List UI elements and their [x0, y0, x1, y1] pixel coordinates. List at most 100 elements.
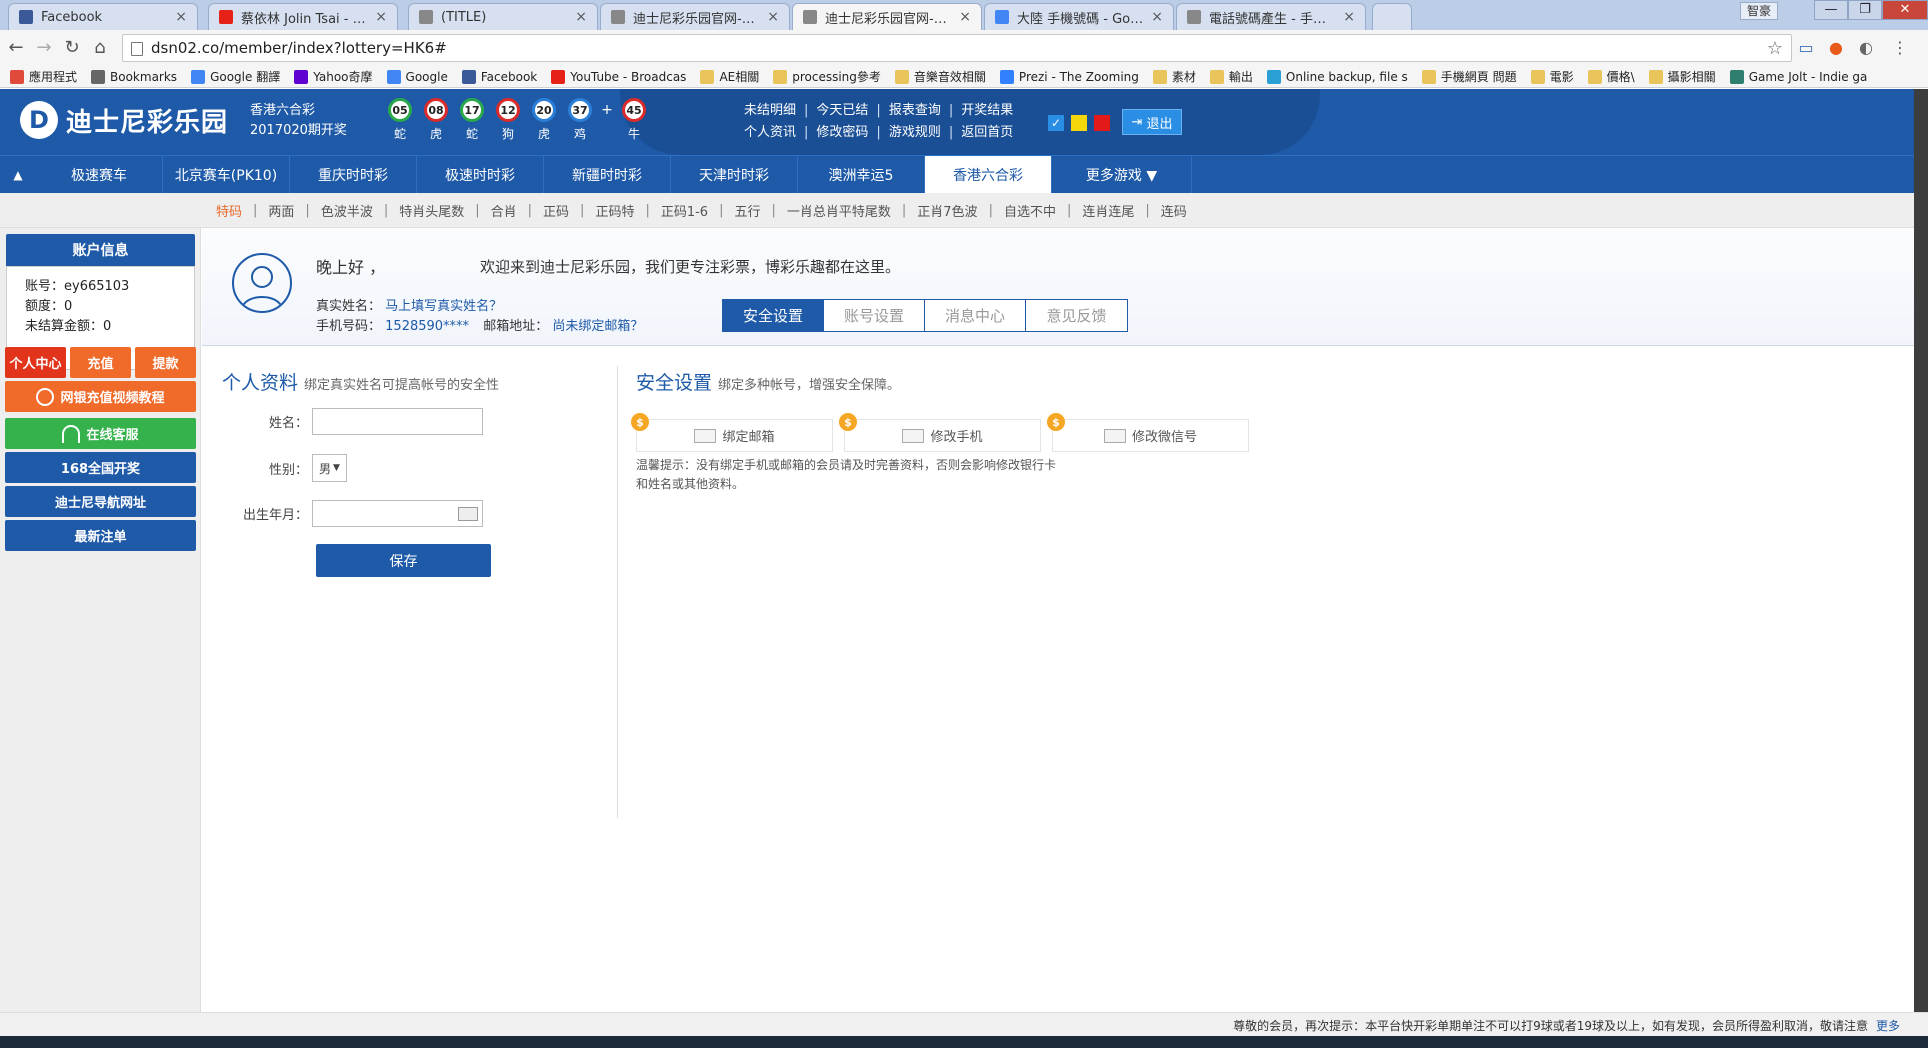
theme-swatch[interactable]: [1071, 115, 1087, 131]
notice-more-link[interactable]: 更多: [1876, 1017, 1900, 1034]
bet-type-item[interactable]: 连码: [1161, 201, 1187, 220]
bet-type-item[interactable]: 正码特: [595, 201, 634, 220]
bookmark-item[interactable]: Online backup, file s: [1266, 69, 1408, 84]
bookmark-item[interactable]: 價格\: [1587, 68, 1635, 85]
bookmark-item[interactable]: 電影: [1530, 68, 1574, 85]
back-arrow-icon[interactable]: ←: [6, 38, 26, 58]
header-link[interactable]: 报表查询: [889, 103, 941, 118]
game-tab[interactable]: 极速时时彩: [417, 156, 544, 194]
bookmark-item[interactable]: YouTube - Broadcas: [551, 69, 686, 84]
bet-type-item[interactable]: 自选不中: [1004, 201, 1056, 220]
browser-tab[interactable]: 電話號碼產生 - 手機號碼 ×: [1176, 3, 1366, 30]
header-link[interactable]: 开奖结果: [961, 103, 1013, 118]
reload-icon[interactable]: ↻: [62, 38, 82, 58]
settings-tab[interactable]: 账号设置: [824, 300, 925, 331]
calendar-icon[interactable]: [458, 507, 478, 521]
header-link[interactable]: 返回首页: [961, 125, 1013, 140]
close-icon[interactable]: ×: [175, 9, 187, 25]
bookmark-item[interactable]: 手機網頁 問題: [1421, 68, 1517, 85]
browser-tab[interactable]: 蔡依林 Jolin Tsai - PL ×: [208, 3, 398, 30]
bookmark-item[interactable]: Google: [386, 69, 448, 84]
latest-bets-button[interactable]: 最新注单: [5, 520, 196, 551]
browser-user-chip[interactable]: 智豪: [1739, 2, 1778, 20]
bookmark-item[interactable]: Game Jolt - Indie ga: [1729, 69, 1867, 84]
game-tab[interactable]: 天津时时彩: [671, 156, 798, 194]
security-card[interactable]: $ 绑定邮箱: [631, 413, 833, 452]
settings-tab[interactable]: 消息中心: [925, 300, 1026, 331]
close-window-icon[interactable]: ✕: [1882, 0, 1928, 20]
online-service-button[interactable]: 在线客服: [5, 418, 196, 449]
settings-tab[interactable]: 安全设置: [723, 300, 824, 331]
browser-tab[interactable]: (TITLE) ×: [408, 3, 598, 30]
bet-type-item[interactable]: 连肖连尾: [1082, 201, 1134, 220]
more-games-tab[interactable]: 更多游戏 ▼: [1052, 156, 1192, 194]
browser-tab[interactable]: Facebook ×: [8, 3, 198, 30]
bookmark-item[interactable]: 應用程式: [10, 68, 77, 85]
forward-arrow-icon[interactable]: →: [34, 38, 54, 58]
bet-type-item[interactable]: 两面: [268, 201, 294, 220]
gender-select[interactable]: 男 ▼: [312, 454, 347, 482]
security-card[interactable]: $ 修改微信号: [1047, 413, 1249, 452]
bookmark-star-icon[interactable]: ☆: [1767, 38, 1783, 59]
bet-type-item[interactable]: 正码1-6: [661, 201, 708, 220]
close-icon[interactable]: ×: [767, 9, 779, 25]
maximize-icon[interactable]: ❐: [1848, 0, 1882, 20]
header-link[interactable]: 游戏规则: [889, 125, 941, 140]
game-tab[interactable]: 极速赛车: [36, 156, 163, 194]
bookmark-item[interactable]: Bookmarks: [91, 69, 177, 84]
close-icon[interactable]: ×: [1343, 9, 1355, 25]
url-field[interactable]: dsn02.co/member/index?lottery=HK6# ☆: [122, 34, 1792, 62]
close-icon[interactable]: ×: [375, 9, 387, 25]
home-icon[interactable]: ⌂: [90, 38, 110, 58]
lottery-168-button[interactable]: 168全国开奖: [5, 452, 196, 483]
header-link[interactable]: 今天已结: [816, 103, 868, 118]
bookmark-item[interactable]: Prezi - The Zooming: [999, 69, 1139, 84]
browser-tab[interactable]: 迪士尼彩乐园官网-专注 ×: [600, 3, 790, 30]
bet-type-item[interactable]: 正码: [543, 201, 569, 220]
header-link[interactable]: 个人资讯: [744, 125, 796, 140]
logout-button[interactable]: ⇥ 退出: [1122, 109, 1182, 135]
extension-icon[interactable]: ◐: [1856, 38, 1876, 58]
bet-type-item[interactable]: 五行: [734, 201, 760, 220]
minimize-icon[interactable]: —: [1814, 0, 1848, 20]
nav-collapse-icon[interactable]: ▲: [0, 156, 36, 194]
bookmark-item[interactable]: AE相關: [700, 68, 759, 85]
bet-type-item[interactable]: 一肖总肖平特尾数: [787, 201, 891, 220]
game-tab[interactable]: 重庆时时彩: [290, 156, 417, 194]
bet-type-item[interactable]: 正肖7色波: [917, 201, 977, 220]
browser-tab[interactable]: 迪士尼彩乐园官网-专注 ×: [792, 3, 982, 30]
header-link[interactable]: 未结明细: [744, 103, 796, 118]
security-card[interactable]: $ 修改手机: [839, 413, 1041, 452]
bookmark-item[interactable]: 輸出: [1209, 68, 1253, 85]
email-link[interactable]: 尚未绑定邮箱？: [552, 319, 643, 334]
bookmark-item[interactable]: Facebook: [461, 69, 537, 84]
bet-type-item[interactable]: 色波半波: [321, 201, 373, 220]
game-tab[interactable]: 北京赛车(PK10): [163, 156, 290, 194]
navigation-url-button[interactable]: 迪士尼导航网址: [5, 486, 196, 517]
browser-tab[interactable]: 大陸 手機號碼 - Google ×: [984, 3, 1174, 30]
birth-date-input[interactable]: [312, 500, 483, 527]
bookmark-item[interactable]: processing參考: [773, 68, 881, 85]
close-icon[interactable]: ×: [575, 9, 587, 25]
video-tutorial-button[interactable]: 网银充值视频教程: [5, 381, 196, 412]
bookmark-item[interactable]: 攝影相關: [1648, 68, 1716, 85]
game-tab[interactable]: 香港六合彩: [925, 156, 1052, 194]
settings-tab[interactable]: 意见反馈: [1026, 300, 1127, 331]
game-tab[interactable]: 新疆时时彩: [544, 156, 671, 194]
site-logo[interactable]: D 迪士尼彩乐园: [20, 101, 228, 139]
close-icon[interactable]: ×: [1151, 9, 1163, 25]
bet-type-item[interactable]: 合肖: [491, 201, 517, 220]
game-tab[interactable]: 澳洲幸运5: [798, 156, 925, 194]
extension-flame-icon[interactable]: ●: [1826, 38, 1846, 58]
theme-swatch-selected[interactable]: ✓: [1048, 115, 1064, 131]
name-input[interactable]: [312, 408, 483, 435]
close-icon[interactable]: ×: [959, 9, 971, 25]
bookmark-item[interactable]: Yahoo奇摩: [294, 68, 373, 85]
menu-icon[interactable]: ⋮: [1890, 38, 1910, 58]
deposit-button[interactable]: 充值: [70, 347, 131, 378]
bookmark-item[interactable]: Google 翻譯: [191, 68, 280, 85]
bet-type-item[interactable]: 特码: [216, 201, 242, 220]
personal-center-button[interactable]: 个人中心: [5, 347, 66, 378]
new-tab-button[interactable]: [1372, 3, 1412, 30]
header-link[interactable]: 修改密码: [816, 125, 868, 140]
